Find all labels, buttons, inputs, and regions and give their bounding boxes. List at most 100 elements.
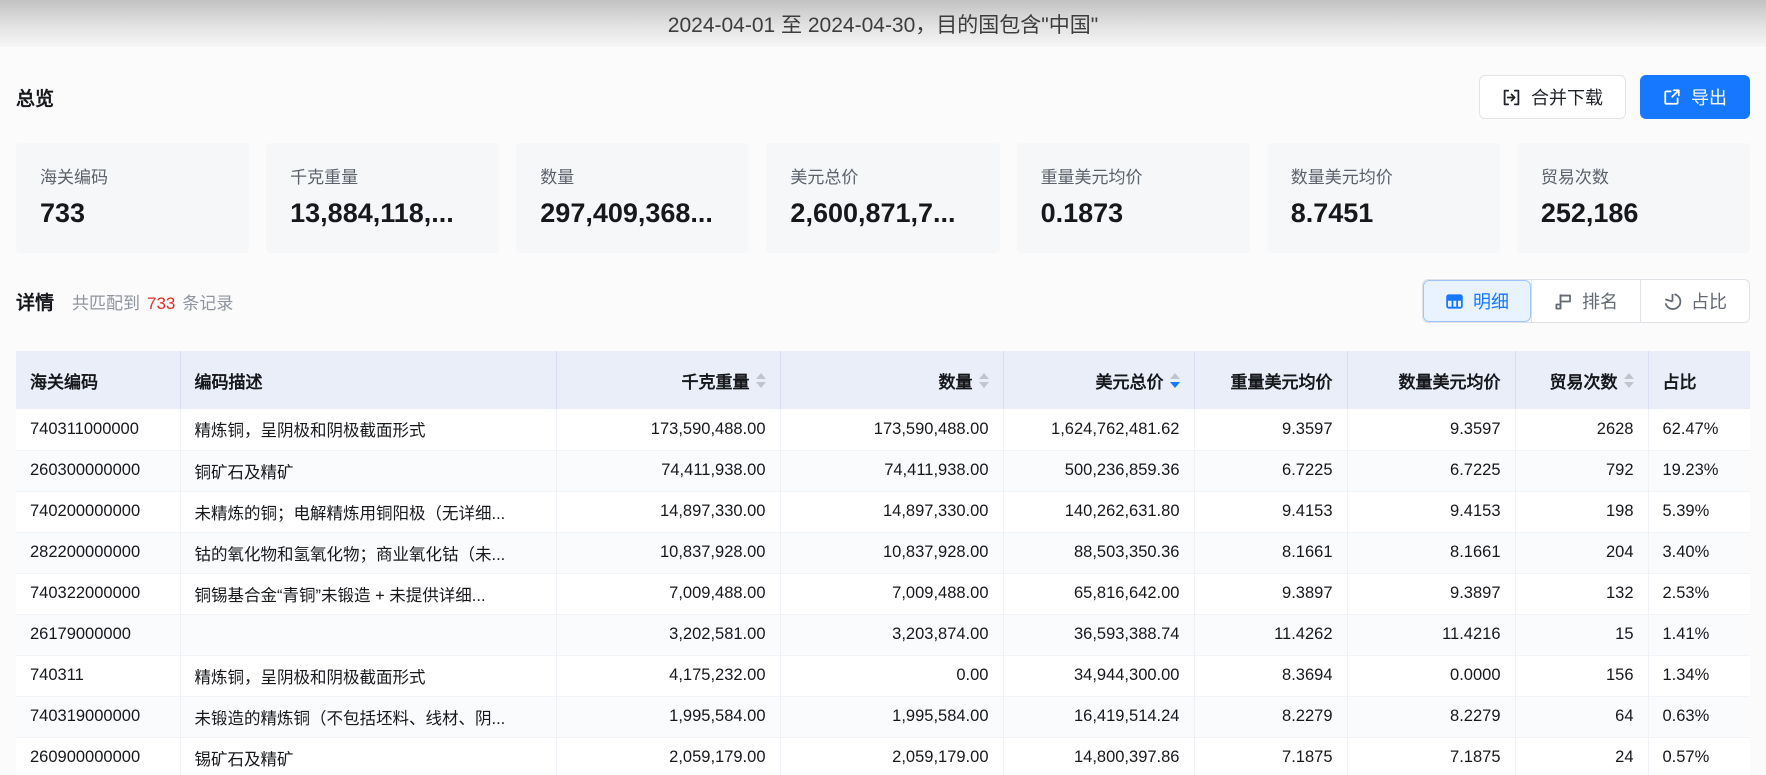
table-cell: 173,590,488.00 (556, 409, 780, 450)
column-header-label: 数量 (939, 368, 973, 393)
tab-detail[interactable]: 明细 (1423, 280, 1531, 322)
merge-icon (1502, 88, 1521, 107)
column-header[interactable]: 美元总价 (1003, 351, 1194, 409)
match-prefix: 共匹配到 (72, 294, 140, 313)
table-cell: 198 (1515, 491, 1648, 532)
stat-card: 贸易次数252,186 (1517, 143, 1750, 253)
table-cell: 铜矿石及精矿 (180, 450, 556, 491)
table-cell: 34,944,300.00 (1003, 655, 1194, 696)
merge-download-button[interactable]: 合并下载 (1479, 75, 1626, 119)
date-filter-banner: 2024-04-01 至 2024-04-30，目的国包含"中国" (0, 0, 1766, 47)
table-cell: 0.63% (1648, 696, 1750, 737)
ranking-icon (1554, 292, 1573, 311)
column-header-label: 占比 (1663, 368, 1697, 393)
table-cell: 11.4262 (1194, 614, 1347, 655)
table-cell: 8.1661 (1347, 532, 1515, 573)
table-cell: 62.47% (1648, 409, 1750, 450)
column-header: 海关编码 (16, 351, 180, 409)
export-button[interactable]: 导出 (1640, 75, 1750, 119)
table-cell: 精炼铜，呈阴极和阴极截面形式 (180, 655, 556, 696)
table-cell: 36,593,388.74 (1003, 614, 1194, 655)
table-row: 740322000000铜锡基合金“青铜”未锻造 + 未提供详细...7,009… (16, 573, 1750, 614)
column-header[interactable]: 数量 (780, 351, 1003, 409)
column-header-content: 数量美元均价 (1362, 368, 1501, 393)
column-header-label: 海关编码 (30, 368, 98, 393)
table-cell: 15 (1515, 614, 1648, 655)
column-header: 编码描述 (180, 351, 556, 409)
column-header-content: 贸易次数 (1530, 368, 1634, 393)
table-cell: 9.3897 (1194, 573, 1347, 614)
table-cell: 未锻造的精炼铜（不包括坯料、线材、阴... (180, 696, 556, 737)
table-cell: 8.2279 (1347, 696, 1515, 737)
table-cell: 14,897,330.00 (556, 491, 780, 532)
sort-asc-icon (756, 373, 766, 379)
table-cell: 8.2279 (1194, 696, 1347, 737)
stat-card: 数量297,409,368... (516, 143, 749, 253)
overview-cards: 海关编码 733 千克重量13,884,118,...数量297,409,368..… (16, 143, 1750, 253)
column-header[interactable]: 千克重量 (556, 351, 780, 409)
column-header: 占比 (1648, 351, 1750, 409)
table-cell: 260900000000 (16, 737, 180, 775)
table-cell: 8.3694 (1194, 655, 1347, 696)
column-header-content: 千克重量 (571, 368, 766, 393)
column-header-content: 占比 (1663, 368, 1737, 393)
table-cell: 9.4153 (1347, 491, 1515, 532)
table-cell: 7.1875 (1194, 737, 1347, 775)
column-header-label: 贸易次数 (1550, 368, 1618, 393)
stat-card-label: 贸易次数 (1541, 163, 1726, 188)
table-cell: 1,624,762,481.62 (1003, 409, 1194, 450)
table-cell: 740319000000 (16, 696, 180, 737)
table-cell: 204 (1515, 532, 1648, 573)
stat-card: 千克重量13,884,118,... (266, 143, 499, 253)
table-cell: 0.57% (1648, 737, 1750, 775)
details-title: 详情 (16, 288, 54, 315)
stat-card-value: 2,600,871,7... (790, 198, 975, 229)
column-header: 数量美元均价 (1347, 351, 1515, 409)
match-count: 733 (147, 294, 175, 313)
table-row: 282200000000钴的氧化物和氢氧化物；商业氧化钴（未...10,837,… (16, 532, 1750, 573)
table-cell: 9.3597 (1194, 409, 1347, 450)
tab-proportion[interactable]: 占比 (1640, 280, 1749, 322)
sort-icon (979, 373, 989, 388)
table-cell: 9.3597 (1347, 409, 1515, 450)
date-filter-text: 2024-04-01 至 2024-04-30，目的国包含"中国" (668, 9, 1098, 39)
table-cell: 1,995,584.00 (556, 696, 780, 737)
table-body: 740311000000精炼铜，呈阴极和阴极截面形式173,590,488.00… (16, 409, 1750, 775)
stat-card-value: 733 (40, 198, 225, 229)
tab-ranking[interactable]: 排名 (1531, 280, 1640, 322)
pie-icon (1663, 292, 1682, 311)
export-icon (1663, 88, 1681, 106)
stat-card-label: 海关编码 (40, 163, 225, 188)
table-cell: 132 (1515, 573, 1648, 614)
stat-card-label: 数量美元均价 (1291, 163, 1476, 188)
table-cell: 9.4153 (1194, 491, 1347, 532)
table-cell: 10,837,928.00 (780, 532, 1003, 573)
column-header-content: 编码描述 (195, 368, 542, 393)
table-row: 740311精炼铜，呈阴极和阴极截面形式4,175,232.000.0034,9… (16, 655, 1750, 696)
table-cell: 64 (1515, 696, 1648, 737)
table-cell: 6.7225 (1347, 450, 1515, 491)
column-header-label: 数量美元均价 (1399, 368, 1501, 393)
table-cell: 0.0000 (1347, 655, 1515, 696)
table-cell: 74,411,938.00 (556, 450, 780, 491)
table-cell: 740200000000 (16, 491, 180, 532)
table-cell: 未精炼的铜；电解精炼用铜阳极（无详细... (180, 491, 556, 532)
table-cell: 10,837,928.00 (556, 532, 780, 573)
tab-label: 明细 (1473, 288, 1509, 314)
stat-card: 数量美元均价8.7451 (1267, 143, 1500, 253)
table-cell: 钴的氧化物和氢氧化物；商业氧化钴（未... (180, 532, 556, 573)
table-row: 260300000000铜矿石及精矿74,411,938.0074,411,93… (16, 450, 1750, 491)
table-cell: 精炼铜，呈阴极和阴极截面形式 (180, 409, 556, 450)
table-cell: 4,175,232.00 (556, 655, 780, 696)
table-cell: 792 (1515, 450, 1648, 491)
column-header-label: 重量美元均价 (1231, 368, 1333, 393)
stat-card-value: 13,884,118,... (290, 198, 475, 229)
column-header[interactable]: 贸易次数 (1515, 351, 1648, 409)
match-suffix: 条记录 (182, 294, 233, 313)
table-header-row: 海关编码 编码描述 千克重量 数量 美元总价 重量美元均价 数量美元均价 贸易次数 占比 (16, 351, 1750, 409)
column-header-content: 美元总价 (1018, 368, 1180, 393)
stat-card: 海关编码 733 (16, 143, 249, 253)
table-cell: 2,059,179.00 (780, 737, 1003, 775)
table-cell: 0.00 (780, 655, 1003, 696)
table-cell: 铜锡基合金“青铜”未锻造 + 未提供详细... (180, 573, 556, 614)
